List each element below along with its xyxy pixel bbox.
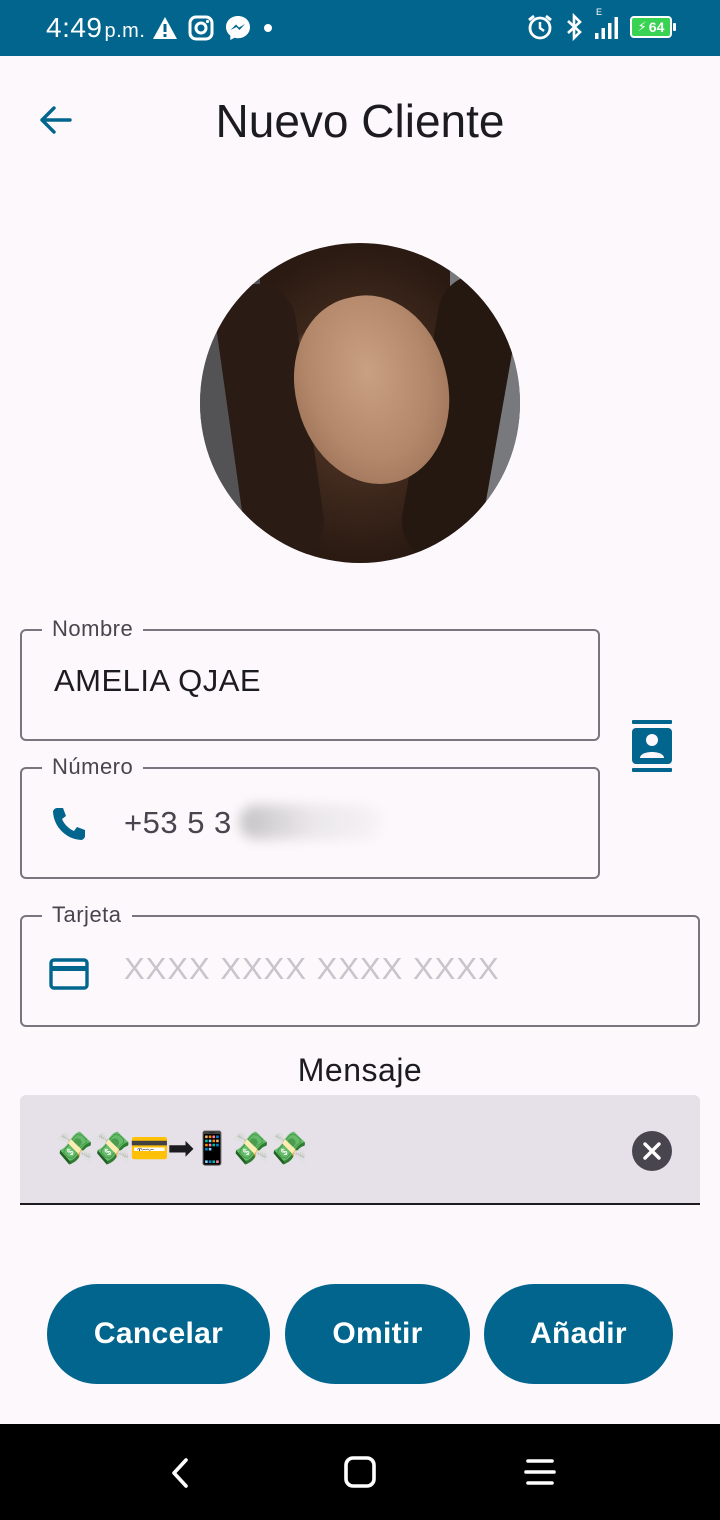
- number-label: Número: [42, 754, 144, 780]
- number-obscured: [240, 805, 382, 839]
- battery-level: 64: [648, 19, 665, 35]
- battery-icon: ⚡ 64: [630, 16, 676, 38]
- page-title: Nuevo Cliente: [215, 95, 505, 147]
- add-button-label: Añadir: [530, 1317, 627, 1350]
- back-icon[interactable]: [166, 1456, 196, 1490]
- contacts-icon: [632, 720, 672, 772]
- number-field[interactable]: Número +53 5 3: [20, 754, 600, 879]
- recents-icon[interactable]: [522, 1454, 558, 1490]
- home-icon[interactable]: [342, 1454, 378, 1490]
- status-time-value: 4:49: [46, 12, 103, 43]
- name-field[interactable]: Nombre AMELIA QJAE: [20, 616, 600, 741]
- card-label: Tarjeta: [42, 902, 132, 928]
- phone-icon: [53, 808, 85, 840]
- warning-icon: [153, 17, 177, 39]
- clear-icon: [643, 1142, 661, 1160]
- status-ampm: p.m.: [104, 20, 146, 42]
- clear-message-button[interactable]: [632, 1131, 672, 1171]
- card-placeholder[interactable]: XXXX XXXX XXXX XXXX: [124, 951, 500, 987]
- cancel-button-label: Cancelar: [93, 1317, 224, 1350]
- name-label: Nombre: [42, 616, 144, 642]
- status-bar: 4:49 p.m. E ⚡ 64: [0, 0, 720, 56]
- messenger-icon: [226, 16, 250, 40]
- message-field[interactable]: 💸💸💳➡📱💸💸: [20, 1095, 700, 1205]
- message-value[interactable]: 💸💸💳➡📱💸💸: [54, 1129, 308, 1167]
- number-value[interactable]: +53 5 3: [124, 805, 232, 841]
- dot-icon: [264, 24, 272, 32]
- client-photo[interactable]: [200, 243, 520, 563]
- status-notification-icons: [152, 14, 274, 42]
- name-value[interactable]: AMELIA QJAE: [54, 663, 261, 699]
- contacts-button[interactable]: [630, 720, 674, 772]
- message-label: Mensaje: [297, 1052, 423, 1088]
- signal-icon: E: [594, 7, 620, 41]
- alarm-icon: [528, 14, 552, 40]
- instagram-icon: [188, 15, 214, 41]
- skip-button-label: Omitir: [332, 1317, 423, 1350]
- system-nav-bar: [0, 1424, 720, 1520]
- add-button[interactable]: Añadir: [484, 1284, 673, 1384]
- bluetooth-icon: [567, 13, 582, 41]
- status-time: 4:49 p.m.: [46, 12, 145, 44]
- card-field[interactable]: Tarjeta XXXX XXXX XXXX XXXX: [20, 902, 700, 1027]
- skip-button[interactable]: Omitir: [285, 1284, 470, 1384]
- cancel-button[interactable]: Cancelar: [47, 1284, 270, 1384]
- credit-card-icon: [49, 958, 89, 990]
- status-system-icons: E ⚡ 64: [526, 7, 676, 41]
